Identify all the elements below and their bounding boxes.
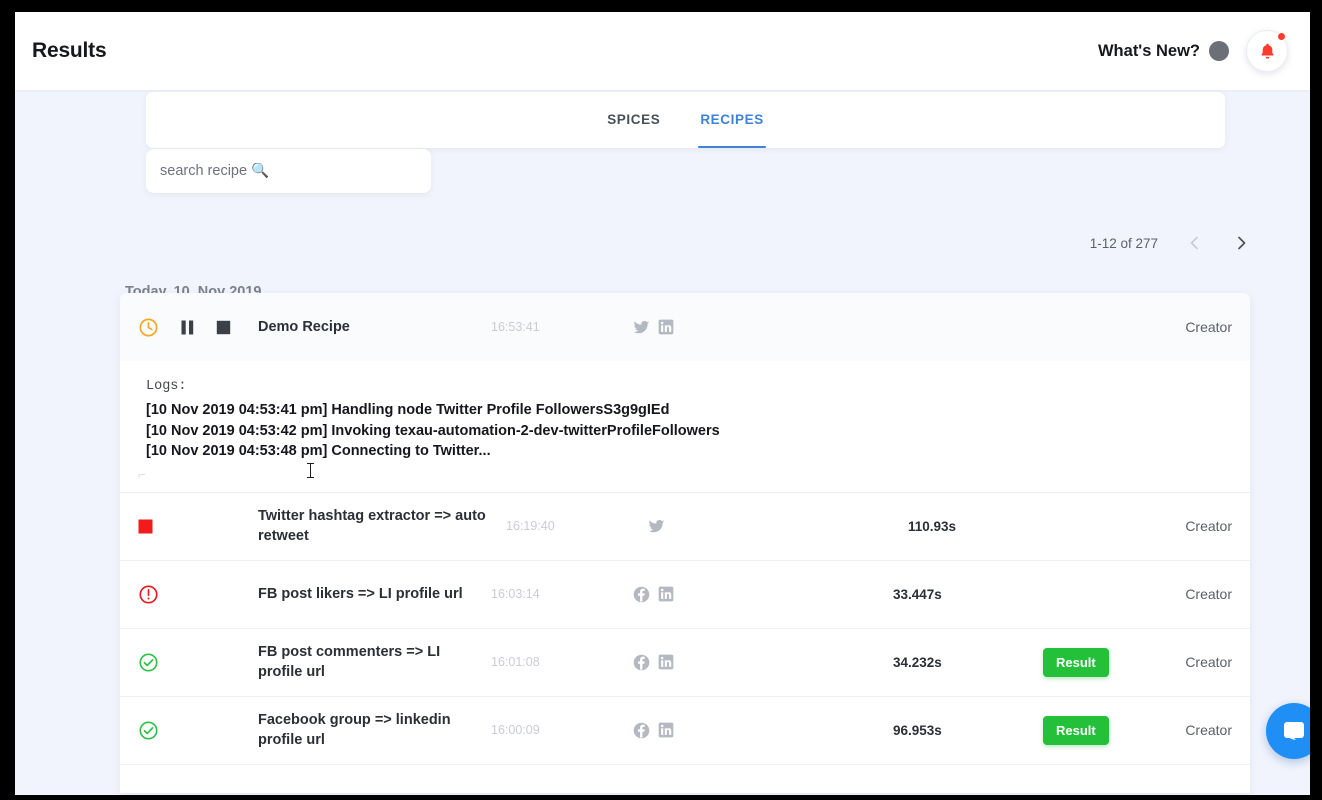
chat-bubble-icon [1284, 722, 1304, 740]
facebook-icon [633, 722, 650, 739]
row-time: 16:03:14 [491, 587, 540, 602]
table-row[interactable]: Facebook group => linkedin profile url 1… [120, 697, 1250, 765]
bell-icon [1260, 43, 1274, 59]
facebook-icon [633, 586, 650, 603]
row-time: 16:00:09 [491, 723, 540, 738]
twitter-icon [648, 519, 665, 533]
row-title: Facebook group => linkedin profile url [258, 711, 451, 749]
row-creator: Creator [1185, 654, 1232, 671]
row-status-controls [138, 519, 258, 534]
result-button[interactable]: Result [1043, 647, 1109, 677]
row-status-controls [138, 584, 258, 605]
clock-icon[interactable] [138, 317, 159, 338]
row-title: Demo Recipe [258, 318, 350, 335]
row-socials [648, 518, 908, 535]
row-time: 16:53:41 [491, 320, 540, 334]
stop-icon[interactable] [216, 320, 231, 335]
app-window: Results What's New? SPICES RECIPES searc… [15, 12, 1310, 795]
row-creator: Creator [1185, 586, 1232, 603]
log-line: [10 Nov 2019 04:53:48 pm] Connecting to … [146, 443, 491, 460]
row-title: FB post commenters => LI profile url [258, 643, 441, 681]
search-box[interactable] [146, 149, 431, 193]
table-row[interactable]: Demo Recipe 16:53:41 Creator [120, 293, 1250, 361]
notification-badge [1277, 32, 1286, 41]
tab-spices[interactable]: SPICES [605, 92, 662, 148]
header-actions: What's New? [1098, 30, 1288, 72]
log-panel: Logs: [10 Nov 2019 04:53:41 pm] Handling… [120, 361, 1250, 493]
text-cursor [307, 462, 314, 478]
pause-icon[interactable] [180, 319, 195, 336]
pagination-label: 1-12 of 277 [1089, 235, 1158, 251]
check-circle-icon[interactable] [138, 652, 159, 673]
notifications-button[interactable] [1246, 30, 1288, 72]
linkedin-icon [658, 654, 674, 670]
row-socials [633, 586, 893, 603]
linkedin-icon [658, 319, 674, 335]
page-title: Results [32, 39, 107, 62]
row-status-controls [138, 317, 258, 338]
table-row[interactable]: FB post likers => LI profile url 16:03:1… [120, 561, 1250, 629]
row-socials [633, 319, 893, 336]
row-status-controls [138, 652, 258, 673]
row-title: FB post likers => LI profile url [258, 585, 463, 602]
results-list: Demo Recipe 16:53:41 Creator Logs: [10 N… [120, 293, 1250, 793]
chevron-left-icon [1190, 236, 1198, 250]
linkedin-icon [658, 586, 674, 602]
app-header: Results What's New? [15, 12, 1310, 90]
chat-widget-button[interactable] [1266, 703, 1310, 759]
search-input[interactable] [160, 163, 417, 179]
result-button[interactable]: Result [1043, 715, 1109, 745]
row-socials [633, 722, 893, 739]
row-socials [633, 654, 893, 671]
stop-square-icon[interactable] [138, 519, 153, 534]
tab-list: SPICES RECIPES [605, 92, 767, 148]
tabs-card: SPICES RECIPES [146, 92, 1225, 148]
table-row[interactable]: FB post commenters => LI profile url 16:… [120, 629, 1250, 697]
error-circle-icon[interactable] [138, 584, 159, 605]
row-creator: Creator [1185, 319, 1232, 335]
facebook-icon [633, 654, 650, 671]
row-time: 16:19:40 [506, 519, 555, 534]
row-creator: Creator [1185, 722, 1232, 739]
row-result-cell: Result [1043, 647, 1163, 677]
row-status-controls [138, 720, 258, 741]
logs-title: Logs: [146, 379, 187, 394]
pagination-prev-button[interactable] [1183, 232, 1205, 254]
table-row[interactable]: Twitter hashtag extractor => auto retwee… [120, 493, 1250, 561]
row-duration: 34.232s [893, 654, 942, 670]
avatar[interactable] [1209, 41, 1229, 61]
twitter-icon [633, 320, 650, 333]
linkedin-icon [658, 722, 674, 738]
row-title: Twitter hashtag extractor => auto retwee… [258, 507, 486, 545]
row-duration: 110.93s [908, 518, 957, 534]
row-time: 16:01:08 [491, 655, 540, 670]
row-duration: 33.447s [893, 586, 942, 602]
whats-new-label: What's New? [1097, 41, 1200, 60]
pagination: 1-12 of 277 [1090, 232, 1252, 254]
tab-recipes[interactable]: RECIPES [698, 92, 767, 148]
pagination-next-button[interactable] [1230, 232, 1252, 254]
row-duration: 96.953s [893, 722, 942, 738]
chevron-right-icon [1237, 236, 1245, 250]
log-line: [10 Nov 2019 04:53:41 pm] Handling node … [146, 402, 670, 418]
log-ghost-glyph: ⌐ [138, 466, 146, 482]
whats-new-button[interactable]: What's New? [1098, 41, 1229, 61]
row-creator: Creator [1185, 518, 1232, 535]
row-result-cell: Result [1043, 715, 1163, 745]
check-circle-icon[interactable] [138, 720, 159, 741]
log-line: [10 Nov 2019 04:53:42 pm] Invoking texau… [146, 422, 720, 439]
